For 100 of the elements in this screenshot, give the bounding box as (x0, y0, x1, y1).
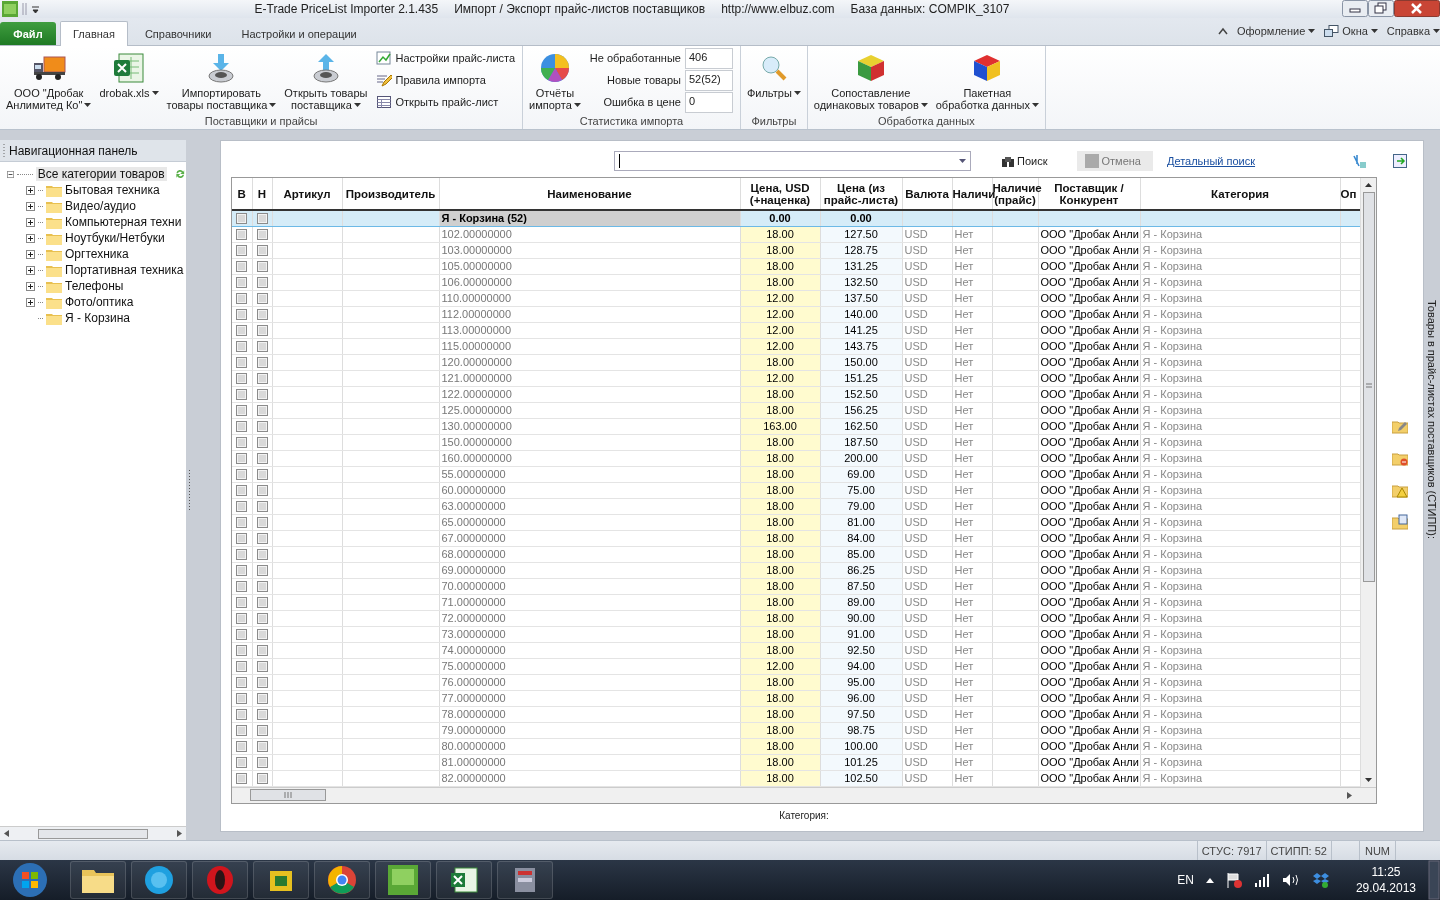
start-button[interactable] (10, 860, 50, 900)
close-button[interactable] (1394, 0, 1440, 17)
checkbox[interactable] (236, 452, 248, 464)
scrollbar-thumb[interactable] (38, 828, 148, 839)
checkbox[interactable] (256, 564, 268, 576)
tree-item[interactable]: Все категории товаров (35, 167, 167, 181)
ribbon-button[interactable]: Фильтры (743, 46, 804, 115)
quick-access-caret-icon[interactable] (22, 2, 42, 16)
ribbon-button[interactable]: Настройки прайс-листа (376, 50, 516, 66)
checkbox[interactable] (236, 532, 248, 544)
tree-item[interactable]: Фото/оптика (65, 295, 134, 309)
search-button[interactable]: Поиск (997, 153, 1052, 169)
checkbox[interactable] (236, 564, 248, 576)
clock-date[interactable]: 29.04.2013 (1355, 880, 1416, 896)
checkbox[interactable] (236, 340, 248, 352)
folder-document-icon[interactable] (1392, 514, 1408, 530)
splitter-handle[interactable] (187, 470, 191, 510)
scrollbar-thumb[interactable] (1362, 192, 1375, 582)
checkbox[interactable] (236, 420, 248, 432)
checkbox[interactable] (236, 276, 248, 288)
checkbox[interactable] (236, 740, 248, 752)
tree-item[interactable]: Телефоны (65, 279, 124, 293)
checkbox[interactable] (256, 692, 268, 704)
menu-item[interactable]: Справка (1386, 25, 1440, 37)
checkbox[interactable] (256, 484, 268, 496)
export-icon[interactable] (1393, 154, 1408, 168)
checkbox[interactable] (236, 724, 248, 736)
checkbox[interactable] (256, 596, 268, 608)
checkbox[interactable] (236, 516, 248, 528)
checkbox[interactable] (236, 756, 248, 768)
spreadsheet-icon[interactable] (449, 865, 479, 895)
checkbox[interactable] (256, 708, 268, 720)
scroll-right-icon[interactable] (177, 830, 182, 837)
tree-item[interactable]: Портативная техника (65, 263, 184, 277)
chat-app-icon[interactable] (144, 865, 174, 895)
expand-icon[interactable] (26, 265, 35, 275)
checkbox[interactable] (236, 644, 248, 656)
checkbox[interactable] (256, 324, 268, 336)
checkbox[interactable] (256, 388, 268, 400)
checkbox[interactable] (256, 580, 268, 592)
checkbox[interactable] (256, 548, 268, 560)
folder-warning-icon[interactable] (1392, 482, 1408, 498)
checkbox[interactable] (236, 324, 248, 336)
checkbox[interactable] (256, 228, 268, 240)
checkbox[interactable] (236, 468, 248, 480)
folder-remove-icon[interactable] (1392, 450, 1408, 466)
side-tab[interactable]: Товары в прайс-листах поставщиков (СТИПП): (1426, 300, 1438, 832)
scroll-left-icon[interactable] (4, 830, 9, 837)
collapse-ribbon-icon[interactable] (1218, 27, 1228, 35)
checkbox[interactable] (256, 756, 268, 768)
checkbox[interactable] (236, 596, 248, 608)
checkbox[interactable] (236, 772, 248, 784)
checkbox[interactable] (256, 660, 268, 672)
checkbox[interactable] (256, 260, 268, 272)
folder-edit-icon[interactable] (1392, 418, 1408, 434)
checkbox[interactable] (256, 644, 268, 656)
checkbox[interactable] (256, 740, 268, 752)
checkbox[interactable] (236, 500, 248, 512)
menu-item[interactable]: Окна (1342, 25, 1378, 37)
group-row[interactable]: Я - Корзина (52) 0.00 0.00 (232, 210, 1360, 226)
checkbox[interactable] (236, 244, 248, 256)
checkbox[interactable] (236, 676, 248, 688)
ribbon-button[interactable]: ООО "Дробак Анлимитед Ко" (3, 46, 95, 115)
volume-icon[interactable] (1281, 873, 1300, 887)
tree-item[interactable]: Я - Корзина (65, 311, 131, 325)
tree-item[interactable]: Видео/аудио (65, 199, 136, 213)
checkbox[interactable] (256, 244, 268, 256)
tree-item[interactable]: Ноутбуки/Нетбуки (65, 231, 165, 245)
checkbox[interactable] (236, 356, 248, 368)
checkbox[interactable] (236, 660, 248, 672)
ribbon-button[interactable]: drobak.xls (96, 46, 162, 115)
collapse-icon[interactable] (7, 169, 15, 179)
stat-field[interactable]: 0 (684, 91, 733, 113)
browser-icon[interactable] (327, 865, 357, 895)
expand-icon[interactable] (26, 281, 35, 291)
checkbox[interactable] (256, 340, 268, 352)
box-icon[interactable] (1311, 872, 1330, 888)
checkbox[interactable] (256, 612, 268, 624)
expand-icon[interactable] (26, 249, 35, 259)
ribbon-button[interactable]: Открыть товары поставщика (281, 46, 371, 115)
checkbox[interactable] (256, 356, 268, 368)
scrollbar-thumb[interactable] (250, 789, 326, 801)
checkbox[interactable] (236, 628, 248, 640)
checkbox[interactable] (256, 276, 268, 288)
stat-field[interactable]: 52(52) (684, 69, 733, 91)
checkbox[interactable] (236, 388, 248, 400)
checkbox[interactable] (256, 420, 268, 432)
ribbon-tab[interactable]: Настройки и операции (228, 23, 370, 45)
expand-icon[interactable] (26, 233, 35, 243)
ribbon-button[interactable]: Отчёты импорта (526, 46, 584, 115)
checkbox[interactable] (236, 372, 248, 384)
checkbox[interactable] (236, 692, 248, 704)
ribbon-tab[interactable]: Главная (60, 21, 128, 46)
checkbox[interactable] (256, 308, 268, 320)
checkbox[interactable] (236, 260, 248, 272)
ribbon-button[interactable]: Импортировать товары поставщика (163, 46, 280, 115)
minimize-button[interactable] (1342, 0, 1368, 17)
language-indicator[interactable]: EN (1177, 873, 1194, 887)
checkbox[interactable] (236, 548, 248, 560)
checkbox[interactable] (256, 372, 268, 384)
